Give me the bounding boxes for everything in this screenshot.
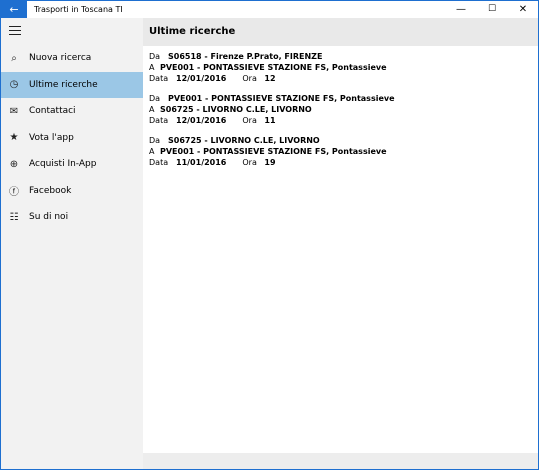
from-value: PVE001 - PONTASSIEVE STAZIONE FS, Pontas… bbox=[168, 94, 395, 103]
clock-icon: ◷ bbox=[9, 79, 19, 91]
globe-icon: ⊕ bbox=[9, 158, 19, 170]
nav-list: ⌕ Nuova ricerca ◷ Ultime ricerche ✉ Cont… bbox=[1, 45, 143, 231]
hamburger-menu-icon[interactable] bbox=[9, 26, 21, 36]
time-label: Ora bbox=[242, 116, 257, 125]
to-value: PVE001 - PONTASSIEVE STAZIONE FS, Pontas… bbox=[160, 147, 387, 156]
from-value: S06725 - LIVORNO C.LE, LIVORNO bbox=[168, 136, 320, 145]
to-label: A bbox=[149, 147, 155, 156]
from-label: Da bbox=[149, 94, 161, 103]
list-item[interactable]: Da PVE001 - PONTASSIEVE STAZIONE FS, Pont… bbox=[143, 93, 538, 126]
date-label: Data bbox=[149, 158, 169, 167]
sidebar-item-label: Nuova ricerca bbox=[29, 53, 92, 64]
time-value: 11 bbox=[264, 116, 276, 125]
time-value: 19 bbox=[264, 158, 276, 167]
facebook-icon: ⓕ bbox=[9, 187, 19, 199]
page-title: Ultime ricerche bbox=[149, 26, 236, 37]
sidebar: ⌕ Nuova ricerca ◷ Ultime ricerche ✉ Cont… bbox=[1, 18, 143, 469]
recent-searches-list: Da S06518 - Firenze P.Prato, FIRENZE A PVE… bbox=[143, 51, 538, 177]
from-label: Da bbox=[149, 52, 161, 61]
list-item[interactable]: Da S06725 - LIVORNO C.LE, LIVORNO A PVE001… bbox=[143, 135, 538, 168]
date-value: 12/01/2016 bbox=[176, 116, 227, 125]
sidebar-item-nuova-ricerca[interactable]: ⌕ Nuova ricerca bbox=[1, 45, 143, 72]
list-item[interactable]: Da S06518 - Firenze P.Prato, FIRENZE A PVE… bbox=[143, 51, 538, 84]
mail-icon: ✉ bbox=[9, 105, 19, 117]
sidebar-item-contattaci[interactable]: ✉ Contattaci bbox=[1, 98, 143, 125]
date-label: Data bbox=[149, 116, 169, 125]
from-label: Da bbox=[149, 136, 161, 145]
sidebar-item-vota-app[interactable]: ★ Vota l'app bbox=[1, 125, 143, 152]
to-label: A bbox=[149, 105, 155, 114]
to-value: PVE001 - PONTASSIEVE STAZIONE FS, Pontas… bbox=[160, 63, 387, 72]
app-window: ← Trasporti in Toscana TI — ☐ ✕ ⌕ Nuova … bbox=[0, 0, 539, 470]
title-bar: ← Trasporti in Toscana TI — ☐ ✕ bbox=[1, 1, 538, 18]
to-value: S06725 - LIVORNO C.LE, LIVORNO bbox=[160, 105, 312, 114]
maximize-icon[interactable]: ☐ bbox=[477, 1, 507, 18]
date-label: Data bbox=[149, 74, 169, 83]
sidebar-item-label: Contattaci bbox=[29, 106, 76, 117]
sidebar-item-acquisti-in-app[interactable]: ⊕ Acquisti In-App bbox=[1, 151, 143, 178]
star-icon: ★ bbox=[9, 132, 19, 144]
time-label: Ora bbox=[242, 74, 257, 83]
minimize-icon[interactable]: — bbox=[446, 1, 476, 18]
back-arrow-icon[interactable]: ← bbox=[1, 1, 27, 18]
sidebar-item-ultime-ricerche[interactable]: ◷ Ultime ricerche bbox=[1, 71, 143, 98]
search-icon: ⌕ bbox=[11, 52, 17, 64]
date-value: 12/01/2016 bbox=[176, 74, 227, 83]
time-label: Ora bbox=[242, 158, 257, 167]
sidebar-item-label: Ultime ricerche bbox=[29, 79, 98, 90]
from-value: S06518 - Firenze P.Prato, FIRENZE bbox=[168, 52, 323, 61]
date-value: 11/01/2016 bbox=[176, 158, 227, 167]
sidebar-item-label: Acquisti In-App bbox=[29, 159, 97, 170]
sidebar-item-label: Facebook bbox=[29, 185, 72, 196]
page-header: Ultime ricerche bbox=[143, 18, 538, 46]
sidebar-item-label: Vota l'app bbox=[29, 132, 74, 143]
sidebar-item-label: Su di noi bbox=[29, 212, 69, 223]
to-label: A bbox=[149, 63, 155, 72]
time-value: 12 bbox=[264, 74, 276, 83]
bottom-band bbox=[143, 453, 538, 469]
sidebar-item-su-di-noi[interactable]: ☷ Su di noi bbox=[1, 204, 143, 231]
window-title: Trasporti in Toscana TI bbox=[34, 5, 123, 14]
contact-card-icon: ☷ bbox=[9, 211, 19, 223]
close-icon[interactable]: ✕ bbox=[508, 1, 538, 18]
sidebar-item-facebook[interactable]: ⓕ Facebook bbox=[1, 178, 143, 205]
main-content: Ultime ricerche Da S06518 - Firenze P.Pra… bbox=[143, 18, 538, 469]
